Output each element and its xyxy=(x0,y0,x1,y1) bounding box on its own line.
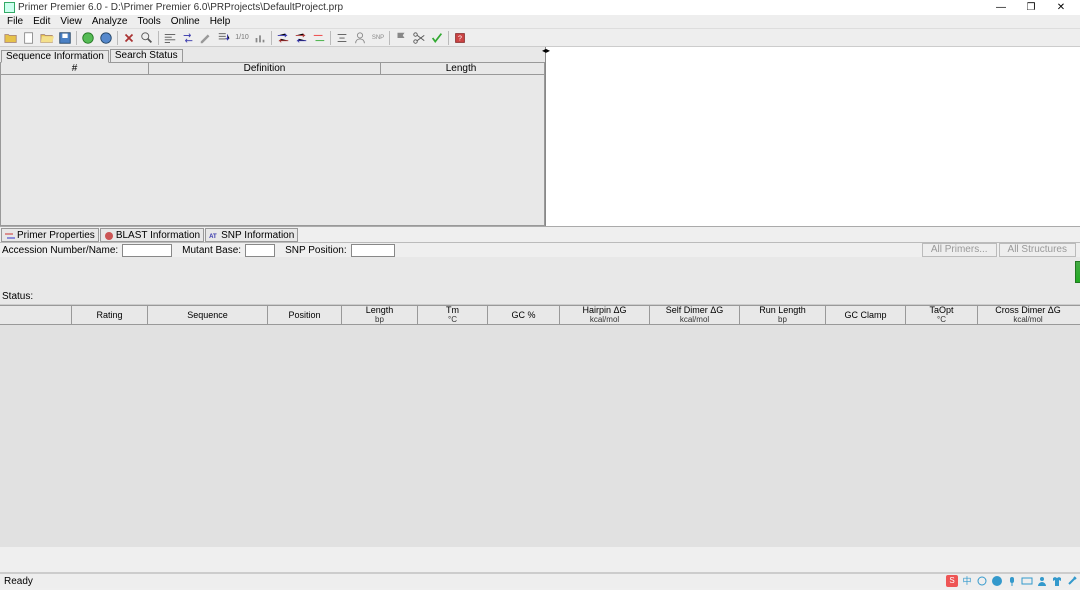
col-sequence[interactable]: Sequence xyxy=(148,306,268,324)
globe-green-icon[interactable] xyxy=(80,30,96,46)
properties-area: Status: xyxy=(0,257,1080,305)
delete-icon[interactable] xyxy=(121,30,137,46)
col-length-bp[interactable]: Lengthbp xyxy=(342,306,418,324)
status-text: Ready xyxy=(4,576,33,587)
label-accession: Accession Number/Name: xyxy=(2,245,118,256)
primer-table-body[interactable] xyxy=(0,325,1080,547)
primer-color-icon[interactable] xyxy=(311,30,327,46)
new-doc-icon[interactable] xyxy=(21,30,37,46)
tab-blast-info[interactable]: BLAST Information xyxy=(100,228,204,242)
mutant-base-input[interactable] xyxy=(245,244,275,257)
app-icon xyxy=(4,2,15,13)
find-icon[interactable] xyxy=(139,30,155,46)
swap-icon[interactable] xyxy=(180,30,196,46)
primer-lr-icon[interactable] xyxy=(293,30,309,46)
upper-split: Sequence Information Search Status # Def… xyxy=(0,47,1080,227)
help-book-icon[interactable]: ? xyxy=(452,30,468,46)
system-tray: S 中 xyxy=(946,573,1078,588)
primer-rl-icon[interactable] xyxy=(275,30,291,46)
titlebar: Primer Premier 6.0 - D:\Primer Premier 6… xyxy=(0,0,1080,15)
maximize-button[interactable]: ❐ xyxy=(1016,1,1046,15)
side-handle[interactable] xyxy=(1075,261,1080,283)
primer-icon xyxy=(5,231,15,240)
col-hairpin[interactable]: Hairpin ΔGkcal/mol xyxy=(560,306,650,324)
menu-file[interactable]: File xyxy=(2,15,28,29)
scissors-icon[interactable] xyxy=(411,30,427,46)
all-primers-button[interactable]: All Primers... xyxy=(922,243,997,257)
col-taopt[interactable]: TaOpt°C xyxy=(906,306,978,324)
menu-online[interactable]: Online xyxy=(166,15,205,29)
menu-analyze[interactable]: Analyze xyxy=(87,15,133,29)
label-mutant: Mutant Base: xyxy=(182,245,241,256)
col-blank[interactable] xyxy=(0,306,72,324)
check-icon[interactable] xyxy=(429,30,445,46)
window-title: Primer Premier 6.0 - D:\Primer Premier 6… xyxy=(18,2,986,13)
menu-tools[interactable]: Tools xyxy=(132,15,165,29)
list-arrow-icon[interactable] xyxy=(216,30,232,46)
tray-icon-1[interactable] xyxy=(976,575,988,587)
svg-text:?: ? xyxy=(458,35,462,42)
col-gc-clamp[interactable]: GC Clamp xyxy=(826,306,906,324)
splitter-handle[interactable]: ◂▸ xyxy=(542,46,550,55)
snp-icon: AT xyxy=(209,231,219,240)
open-project-icon[interactable] xyxy=(39,30,55,46)
col-cross-dimer[interactable]: Cross Dimer ΔGkcal/mol xyxy=(978,306,1078,324)
globe-blue-icon[interactable] xyxy=(98,30,114,46)
col-definition[interactable]: Definition xyxy=(149,63,381,74)
sequence-table-header: # Definition Length xyxy=(0,62,545,75)
tray-shirt-icon[interactable] xyxy=(1051,575,1063,587)
ime-lang-icon[interactable]: 中 xyxy=(961,575,973,587)
tab-search-status[interactable]: Search Status xyxy=(110,49,183,62)
ratio-icon[interactable]: 1/10 xyxy=(234,30,250,46)
tray-mic-icon[interactable] xyxy=(1006,575,1018,587)
close-button[interactable]: ✕ xyxy=(1046,1,1076,15)
col-self-dimer[interactable]: Self Dimer ΔGkcal/mol xyxy=(650,306,740,324)
ime-icon[interactable]: S xyxy=(946,575,958,587)
sequence-pane: Sequence Information Search Status # Def… xyxy=(0,47,546,226)
accession-input[interactable] xyxy=(122,244,172,257)
menu-help[interactable]: Help xyxy=(205,15,236,29)
tab-sequence-info[interactable]: Sequence Information xyxy=(1,50,109,63)
save-icon[interactable] xyxy=(57,30,73,46)
tab-snp-info[interactable]: AT SNP Information xyxy=(205,228,298,242)
property-tabs: Primer Properties BLAST Information AT S… xyxy=(0,227,1080,243)
tray-icon-2[interactable] xyxy=(991,575,1003,587)
statusbar: Ready xyxy=(0,572,1080,588)
col-rating[interactable]: Rating xyxy=(72,306,148,324)
tab-primer-properties[interactable]: Primer Properties xyxy=(1,228,99,242)
col-number[interactable]: # xyxy=(1,63,149,74)
primer-table-header: Rating Sequence Position Lengthbp Tm°C G… xyxy=(0,305,1080,325)
align-icon[interactable] xyxy=(162,30,178,46)
chart-icon[interactable] xyxy=(252,30,268,46)
status-label: Status: xyxy=(2,291,33,302)
minimize-button[interactable]: — xyxy=(986,1,1016,15)
col-position[interactable]: Position xyxy=(268,306,342,324)
toolbar: 1/10 SNP ? xyxy=(0,29,1080,47)
col-gc[interactable]: GC % xyxy=(488,306,560,324)
tray-tool-icon[interactable] xyxy=(1066,575,1078,587)
label-snp-pos: SNP Position: xyxy=(285,245,347,256)
all-structures-button[interactable]: All Structures xyxy=(999,243,1076,257)
col-run-length[interactable]: Run Lengthbp xyxy=(740,306,826,324)
col-length[interactable]: Length xyxy=(381,63,541,74)
col-tm[interactable]: Tm°C xyxy=(418,306,488,324)
sequence-view[interactable]: ◂▸ xyxy=(546,47,1080,226)
tray-keyboard-icon[interactable] xyxy=(1021,575,1033,587)
property-form: Accession Number/Name: Mutant Base: SNP … xyxy=(0,243,1080,257)
flag-icon[interactable] xyxy=(393,30,409,46)
person-icon[interactable] xyxy=(352,30,368,46)
menu-view[interactable]: View xyxy=(55,15,87,29)
snp-position-input[interactable] xyxy=(351,244,395,257)
blast-icon xyxy=(104,231,114,240)
open-folder-icon[interactable] xyxy=(3,30,19,46)
center-icon[interactable] xyxy=(334,30,350,46)
menubar: File Edit View Analyze Tools Online Help xyxy=(0,15,1080,29)
tray-person-icon[interactable] xyxy=(1036,575,1048,587)
edit-icon[interactable] xyxy=(198,30,214,46)
snp-text-icon[interactable]: SNP xyxy=(370,30,386,46)
menu-edit[interactable]: Edit xyxy=(28,15,55,29)
sequence-table-body[interactable] xyxy=(0,75,545,226)
